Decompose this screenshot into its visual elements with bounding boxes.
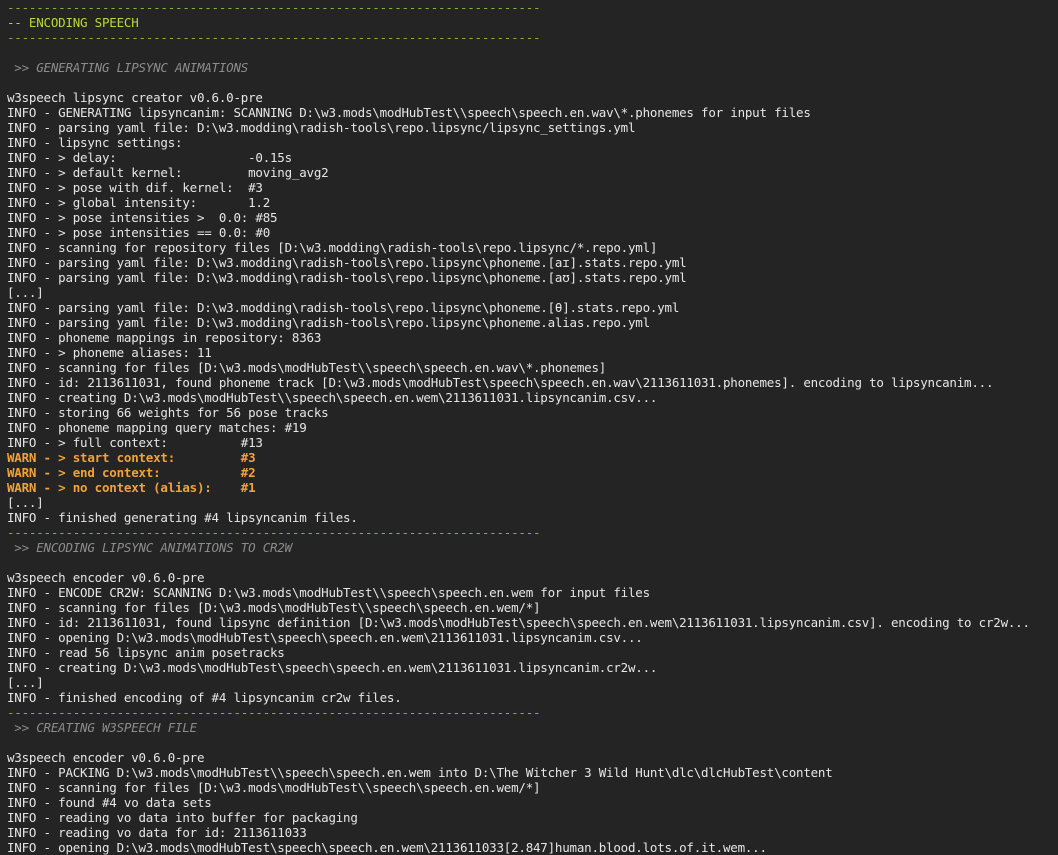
- log-line: INFO - storing 66 weights for 56 pose tr…: [7, 405, 329, 420]
- log-line: INFO - > pose intensities > 0.0: #85: [7, 210, 278, 225]
- log-line: INFO - read 56 lipsync anim posetracks: [7, 645, 285, 660]
- log-line: INFO - > global intensity: 1.2: [7, 195, 271, 210]
- ellipsis-line: [...]: [7, 285, 44, 300]
- log-line: INFO - > pose intensities == 0.0: #0: [7, 225, 271, 240]
- separator-line: ----------------------------------------…: [7, 0, 541, 15]
- section-title: -- ENCODING SPEECH: [7, 15, 139, 30]
- log-line: INFO - parsing yaml file: D:\w3.modding\…: [7, 300, 680, 315]
- log-line: INFO - creating D:\w3.mods\modHubTest\\s…: [7, 390, 658, 405]
- terminal-output: ----------------------------------------…: [0, 0, 1058, 855]
- separator-line: ----------------------------------------…: [7, 525, 541, 540]
- subheader-line: >> CREATING W3SPEECH FILE: [7, 720, 197, 735]
- log-line: INFO - scanning for repository files [D:…: [7, 240, 658, 255]
- warn-line: WARN - > end context: #2: [7, 465, 256, 480]
- log-line: INFO - found #4 vo data sets: [7, 795, 212, 810]
- log-line: INFO - creating D:\w3.mods\modHubTest\sp…: [7, 660, 658, 675]
- tool-version-line: w3speech encoder v0.6.0-pre: [7, 750, 205, 765]
- log-line: INFO - parsing yaml file: D:\w3.modding\…: [7, 270, 687, 285]
- log-line: INFO - scanning for files [D:\w3.mods\mo…: [7, 600, 541, 615]
- log-line: INFO - phoneme mappings in repository: 8…: [7, 330, 322, 345]
- warn-line: WARN - > no context (alias): #1: [7, 480, 256, 495]
- log-line: INFO - lipsync settings:: [7, 135, 183, 150]
- log-line: INFO - opening D:\w3.mods\modHubTest\spe…: [7, 630, 643, 645]
- separator-line: ----------------------------------------…: [7, 30, 541, 45]
- log-line: INFO - > default kernel: moving_avg2: [7, 165, 329, 180]
- log-line: INFO - parsing yaml file: D:\w3.modding\…: [7, 255, 687, 270]
- log-line: INFO - id: 2113611031, found lipsync def…: [7, 615, 1030, 630]
- log-line: INFO - GENERATING lipsyncanim: SCANNING …: [7, 105, 811, 120]
- log-line: INFO - > pose with dif. kernel: #3: [7, 180, 263, 195]
- log-line: INFO - scanning for files [D:\w3.mods\mo…: [7, 780, 541, 795]
- tool-version-line: w3speech lipsync creator v0.6.0-pre: [7, 90, 263, 105]
- tool-version-line: w3speech encoder v0.6.0-pre: [7, 570, 205, 585]
- log-line: INFO - id: 2113611031, found phoneme tra…: [7, 375, 994, 390]
- log-line: INFO - ENCODE CR2W: SCANNING D:\w3.mods\…: [7, 585, 650, 600]
- log-line: INFO - > delay: -0.15s: [7, 150, 292, 165]
- log-line: INFO - finished encoding of #4 lipsyncan…: [7, 690, 402, 705]
- log-line: INFO - reading vo data into buffer for p…: [7, 810, 358, 825]
- log-line: INFO - > phoneme aliases: 11: [7, 345, 212, 360]
- log-line: INFO - scanning for files [D:\w3.mods\mo…: [7, 360, 607, 375]
- log-line: INFO - phoneme mapping query matches: #1…: [7, 420, 307, 435]
- separator-line: ----------------------------------------…: [7, 705, 541, 720]
- subheader-line: >> GENERATING LIPSYNC ANIMATIONS: [7, 60, 249, 75]
- log-line: INFO - PACKING D:\w3.mods\modHubTest\\sp…: [7, 765, 833, 780]
- log-line: INFO - finished generating #4 lipsyncani…: [7, 510, 358, 525]
- log-line: INFO - parsing yaml file: D:\w3.modding\…: [7, 120, 636, 135]
- log-line: INFO - opening D:\w3.mods\modHubTest\spe…: [7, 840, 767, 855]
- ellipsis-line: [...]: [7, 675, 44, 690]
- subheader-line: >> ENCODING LIPSYNC ANIMATIONS TO CR2W: [7, 540, 292, 555]
- log-line: INFO - > full context: #13: [7, 435, 263, 450]
- ellipsis-line: [...]: [7, 495, 44, 510]
- log-line: INFO - parsing yaml file: D:\w3.modding\…: [7, 315, 650, 330]
- log-line: INFO - reading vo data for id: 211361103…: [7, 825, 307, 840]
- warn-line: WARN - > start context: #3: [7, 450, 256, 465]
